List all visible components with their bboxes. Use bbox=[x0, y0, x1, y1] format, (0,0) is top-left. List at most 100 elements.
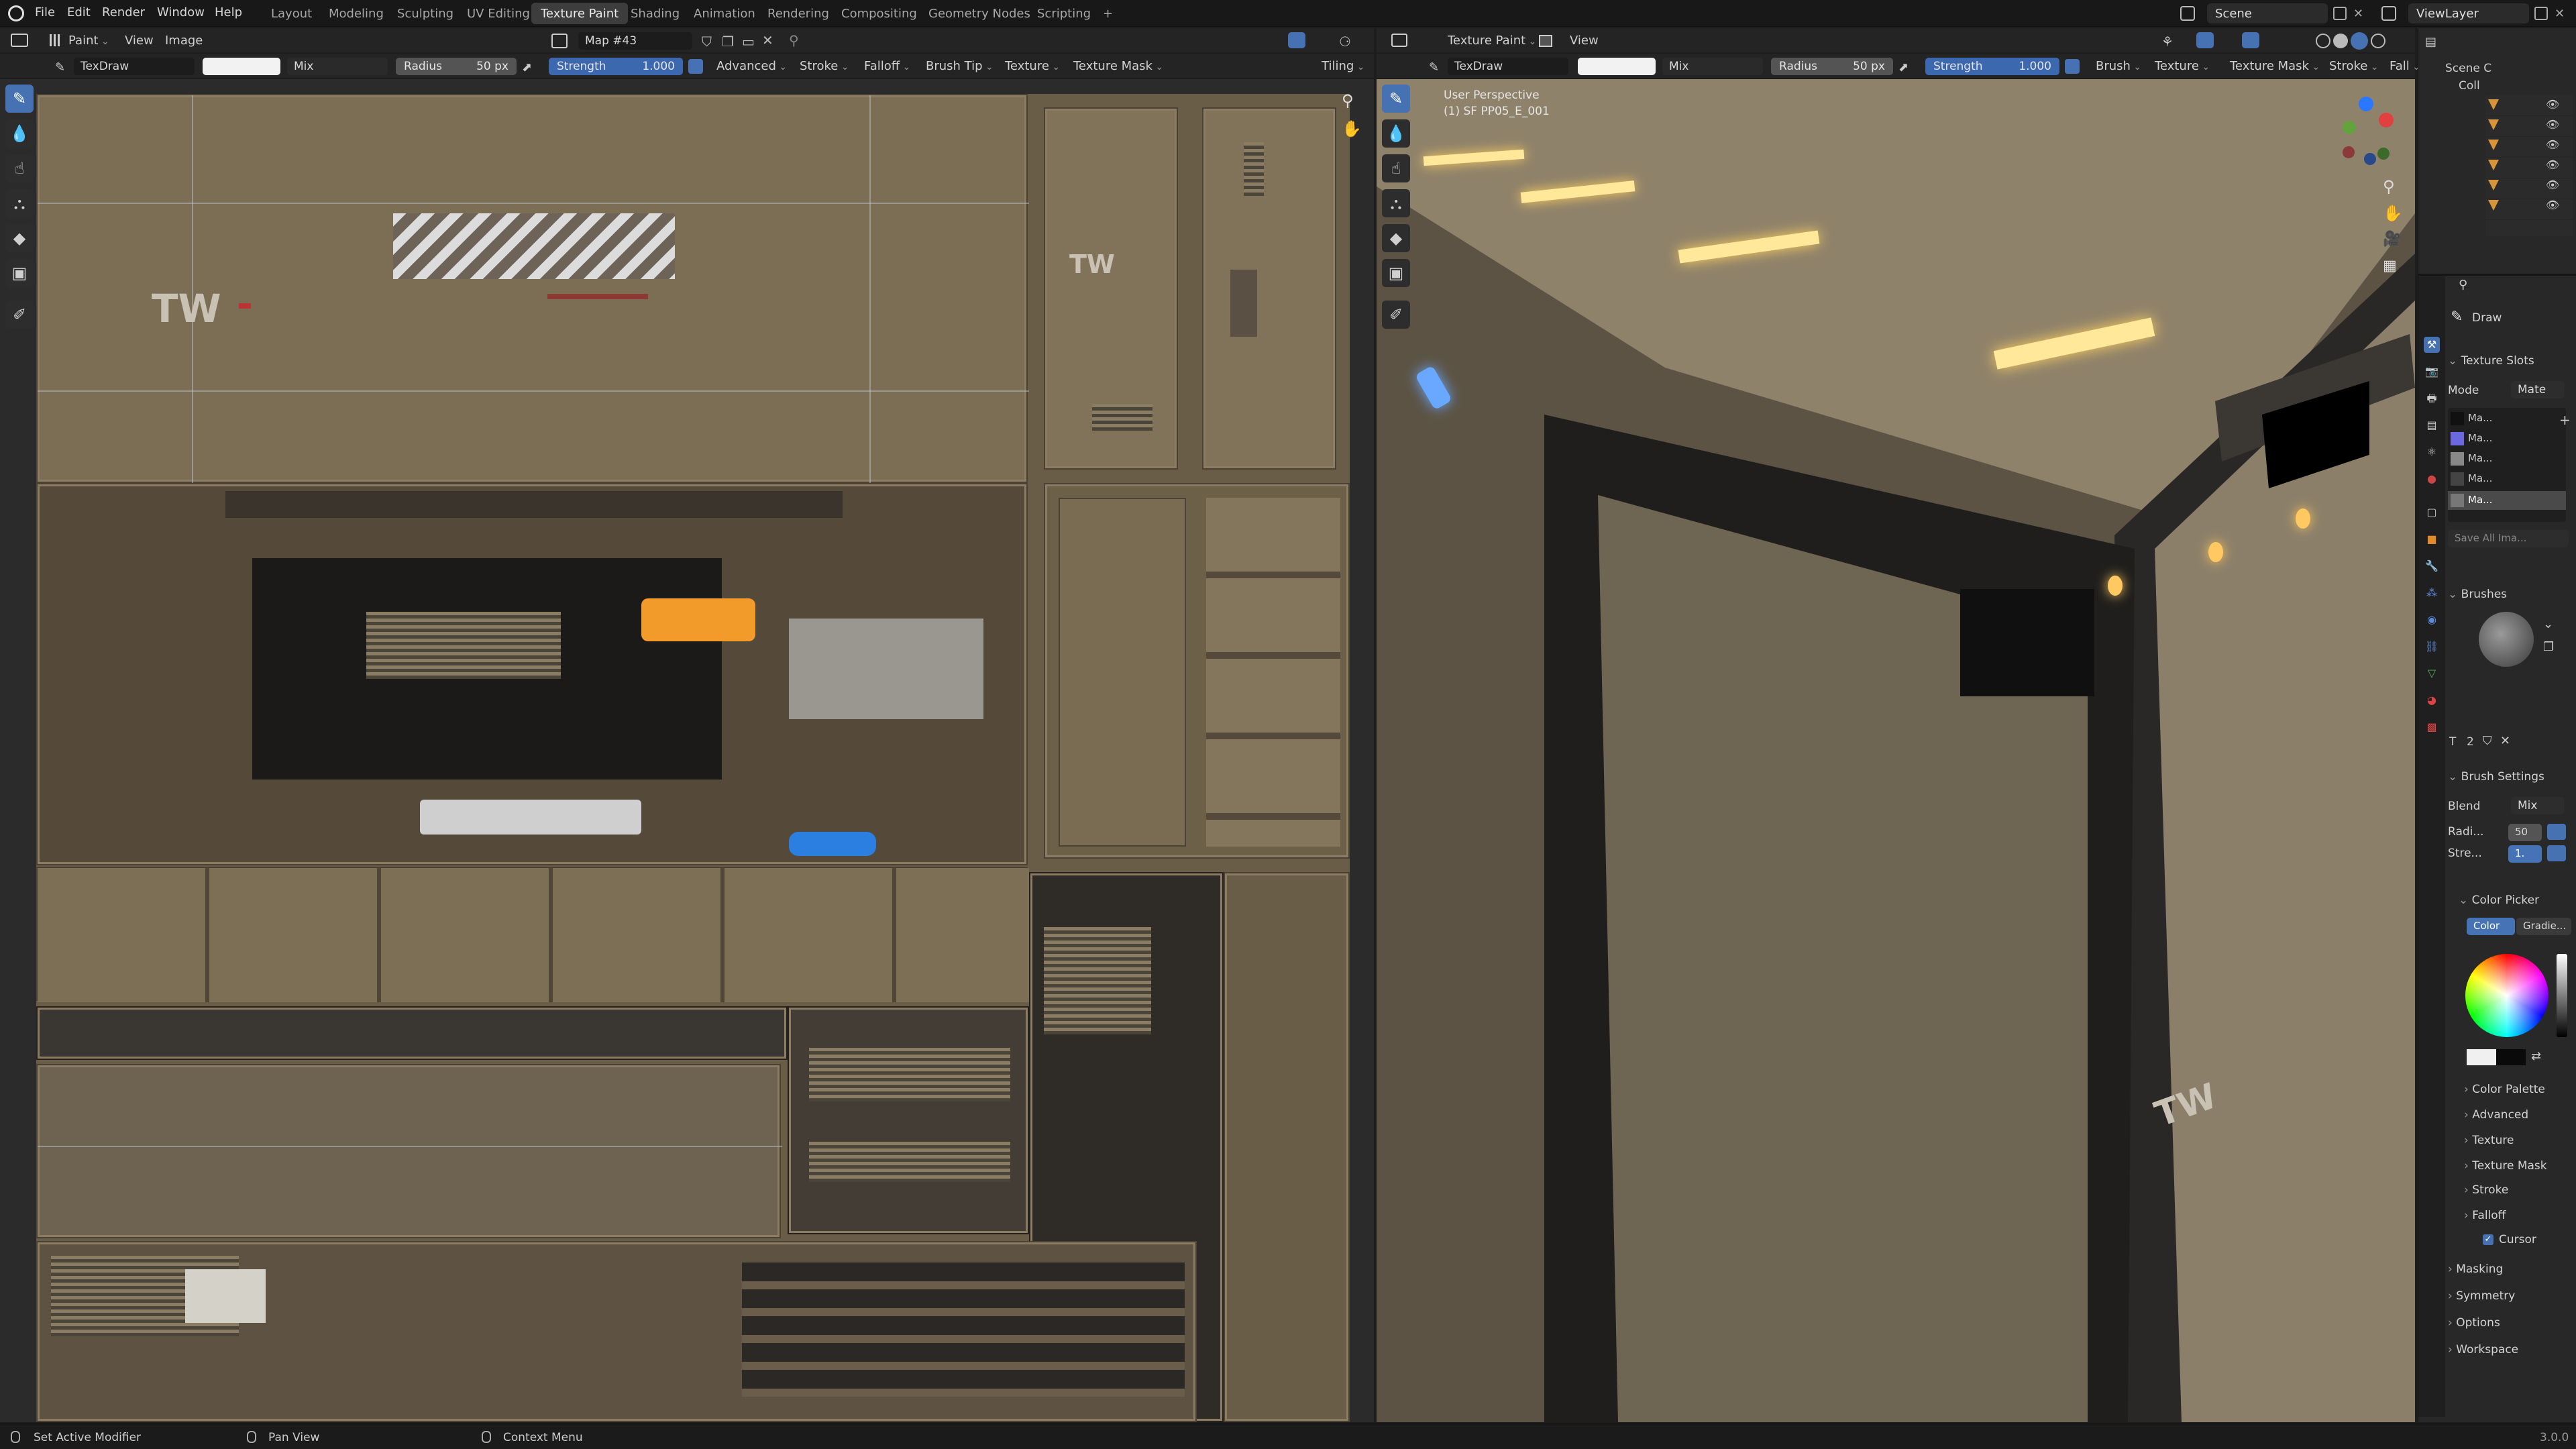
smear-tool-icon[interactable]: ☝ bbox=[1382, 154, 1410, 182]
visibility-eye-icon[interactable]: 👁 bbox=[2546, 199, 2559, 211]
open-image-folder-icon[interactable]: ▭ bbox=[742, 34, 755, 50]
shading-material-icon[interactable] bbox=[2351, 32, 2368, 50]
outliner-collection[interactable]: Coll bbox=[2459, 79, 2480, 93]
options-panel-header[interactable]: Options bbox=[2448, 1316, 2500, 1330]
object-tab-icon[interactable]: ■ bbox=[2424, 531, 2440, 547]
image-browse-icon[interactable] bbox=[551, 34, 568, 48]
view-object-icon[interactable]: ⚘ bbox=[2161, 34, 2174, 50]
radius-field[interactable]: 50 bbox=[2508, 824, 2542, 841]
radius-pressure-icon[interactable]: ⬈ bbox=[1898, 60, 1909, 74]
color-picker-panel-header[interactable]: Color Picker bbox=[2459, 894, 2539, 907]
workspace-tab-sculpting[interactable]: Sculpting bbox=[388, 3, 463, 24]
falloff-dropdown[interactable]: Falloff bbox=[864, 59, 910, 73]
advanced-dropdown[interactable]: Advanced bbox=[716, 59, 787, 73]
outliner[interactable]: ▤ Scene C Coll 👁 👁 👁 👁 👁 👁 bbox=[2418, 28, 2576, 270]
draw-tool-icon[interactable]: ✎ bbox=[5, 85, 34, 113]
texture-slot-item[interactable]: Ma... bbox=[2468, 472, 2492, 484]
brush-color-swatch[interactable] bbox=[203, 58, 280, 75]
visibility-eye-icon[interactable]: 👁 bbox=[2546, 118, 2559, 131]
texture-slot-item[interactable]: Ma... bbox=[2468, 412, 2492, 424]
add-slot-icon[interactable]: + bbox=[2559, 412, 2571, 428]
visibility-eye-icon[interactable]: 👁 bbox=[2546, 158, 2559, 171]
workspace-tab-uv-editing[interactable]: UV Editing bbox=[458, 3, 539, 24]
save-all-images-button[interactable]: Save All Ima... bbox=[2448, 530, 2569, 547]
advanced-subpanel[interactable]: Advanced bbox=[2464, 1108, 2528, 1122]
tiling-dropdown[interactable]: Tiling bbox=[1322, 59, 1364, 73]
brush-preview-icon[interactable] bbox=[2479, 612, 2534, 667]
tool-properties-tab-icon[interactable]: ⚒ bbox=[2424, 337, 2440, 353]
texture-mask-subpanel[interactable]: Texture Mask bbox=[2464, 1159, 2546, 1173]
smear-tool-icon[interactable]: ☝ bbox=[5, 154, 34, 182]
fake-user-shield-icon[interactable]: ⛉ bbox=[2483, 734, 2492, 748]
gizmo-icon[interactable]: ⚆ bbox=[1339, 34, 1351, 50]
texture-dropdown[interactable]: Texture bbox=[1005, 59, 1060, 73]
symmetry-panel-header[interactable]: Symmetry bbox=[2448, 1289, 2515, 1303]
spaceship-model[interactable] bbox=[1377, 79, 2415, 1422]
blend-dropdown[interactable]: Mix bbox=[2511, 797, 2565, 814]
cursor-checkbox[interactable]: ✓ bbox=[2483, 1234, 2493, 1245]
texture-slots-panel-header[interactable]: Texture Slots bbox=[2448, 354, 2534, 368]
gradient-tab[interactable]: Gradie... bbox=[2516, 918, 2571, 935]
falloff-dropdown[interactable]: Fall bbox=[2390, 59, 2420, 73]
workspace-tab-animation[interactable]: Animation bbox=[684, 3, 765, 24]
fill-tool-icon[interactable]: ◆ bbox=[1382, 224, 1410, 252]
brush-unlink-icon[interactable]: ✕ bbox=[2500, 734, 2510, 748]
add-workspace-button[interactable]: + bbox=[1093, 3, 1122, 24]
color-palette-subpanel[interactable]: Color Palette bbox=[2464, 1083, 2545, 1096]
texture-slot-item[interactable]: Ma... bbox=[2468, 432, 2492, 444]
strength-field[interactable]: 1. bbox=[2508, 845, 2542, 863]
overlay-icon[interactable] bbox=[1288, 32, 1305, 48]
radius-slider[interactable]: Radius 50 px bbox=[396, 58, 517, 75]
workspace-tab-layout[interactable]: Layout bbox=[262, 3, 321, 24]
strength-slider[interactable]: Strength 1.000 bbox=[549, 58, 683, 75]
new-scene-icon[interactable] bbox=[2333, 7, 2347, 20]
scene-icon[interactable] bbox=[2180, 6, 2195, 21]
menu-view[interactable]: View bbox=[125, 34, 154, 48]
mask-tool-icon[interactable]: ▣ bbox=[5, 259, 34, 287]
camera-view-icon[interactable]: 🎥 bbox=[2383, 231, 2401, 248]
radius-pressure-icon[interactable] bbox=[2547, 824, 2566, 840]
cursor-subpanel[interactable]: Cursor bbox=[2499, 1233, 2536, 1246]
swap-colors-icon[interactable]: ⇄ bbox=[2531, 1049, 2541, 1063]
render-properties-tab-icon[interactable]: 📷 bbox=[2424, 364, 2440, 380]
strength-slider[interactable]: Strength 1.000 bbox=[1925, 58, 2059, 75]
texture-dropdown[interactable]: Texture bbox=[2155, 59, 2210, 73]
shading-solid-icon[interactable] bbox=[2333, 34, 2348, 48]
data-tab-icon[interactable]: ▽ bbox=[2424, 665, 2440, 682]
view-layer-tab-icon[interactable]: ▤ bbox=[2424, 417, 2440, 433]
delete-scene-icon[interactable]: ✕ bbox=[2353, 7, 2363, 21]
outliner-scene-root[interactable]: Scene C bbox=[2445, 62, 2491, 75]
constraints-tab-icon[interactable]: ⛓ bbox=[2424, 639, 2440, 655]
delete-view-layer-icon[interactable]: ✕ bbox=[2555, 7, 2565, 21]
pan-hand-icon[interactable]: ✋ bbox=[1342, 119, 1362, 138]
stroke-dropdown[interactable]: Stroke bbox=[2329, 59, 2379, 73]
clone-tool-icon[interactable]: ⛬ bbox=[1382, 189, 1410, 217]
visibility-eye-icon[interactable]: 👁 bbox=[2546, 178, 2559, 191]
menu-image[interactable]: Image bbox=[165, 34, 203, 48]
pan-hand-icon[interactable]: ✋ bbox=[2383, 204, 2403, 223]
radius-slider[interactable]: Radius 50 px bbox=[1771, 58, 1893, 75]
editor-type-icon[interactable] bbox=[11, 34, 28, 47]
brush-settings-panel-header[interactable]: Brush Settings bbox=[2448, 770, 2544, 784]
clone-tool-icon[interactable]: ⛬ bbox=[5, 189, 34, 217]
unlink-image-icon[interactable]: ✕ bbox=[762, 32, 773, 48]
image-editor-canvas[interactable]: TW TW ✎ 💧 ☝ ⛬ ◆ ▣ ✐ ⚲ ✋ bbox=[0, 79, 1374, 1422]
view-layer-selector[interactable]: ViewLayer bbox=[2408, 3, 2529, 23]
duplicate-image-icon[interactable]: ❐ bbox=[722, 34, 734, 50]
zoom-icon[interactable]: ⚲ bbox=[2383, 177, 2395, 196]
workspace-tab-modeling[interactable]: Modeling bbox=[319, 3, 393, 24]
new-view-layer-icon[interactable] bbox=[2534, 7, 2548, 20]
soften-tool-icon[interactable]: 💧 bbox=[5, 119, 34, 148]
annotate-tool-icon[interactable]: ✐ bbox=[1382, 301, 1410, 329]
brush-browse-icon[interactable]: ⌄ bbox=[2543, 617, 2553, 631]
workspace-tab-scripting[interactable]: Scripting bbox=[1028, 3, 1100, 24]
y-axis-icon[interactable] bbox=[2343, 121, 2356, 134]
primary-color-swatch[interactable] bbox=[2467, 1049, 2496, 1065]
value-slider[interactable] bbox=[2557, 954, 2567, 1037]
zoom-icon[interactable]: ⚲ bbox=[1342, 91, 1354, 110]
fake-user-shield-icon[interactable]: ⛉ bbox=[702, 34, 712, 50]
texture-slot-item-active[interactable]: Ma... bbox=[2468, 494, 2492, 506]
brush-texture-icon[interactable]: T bbox=[2449, 735, 2456, 749]
neg-y-axis-icon[interactable] bbox=[2377, 148, 2390, 160]
particles-tab-icon[interactable]: ⁂ bbox=[2424, 585, 2440, 601]
